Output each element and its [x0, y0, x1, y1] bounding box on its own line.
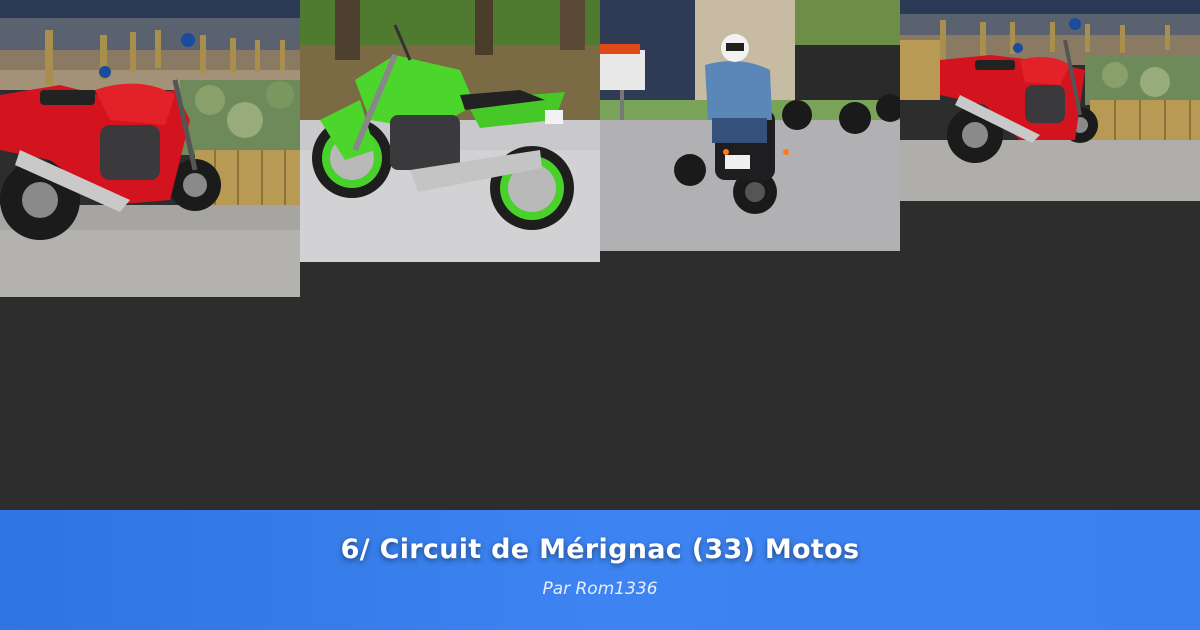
photo-green-motorcycle[interactable] [300, 0, 600, 262]
red-motorcycle-2-image [900, 0, 1200, 201]
green-motorcycle-image [300, 0, 600, 262]
rider-motorcycle-image [600, 0, 900, 251]
photo-rider-motorcycle[interactable] [600, 0, 900, 251]
album-title[interactable]: 6/ Circuit de Mérignac (33) Motos [0, 534, 1200, 565]
album-banner: 6/ Circuit de Mérignac (33) Motos Par Ro… [0, 510, 1200, 630]
red-motorcycle-image [0, 0, 300, 297]
album-author[interactable]: Par Rom1336 [0, 579, 1200, 599]
photo-red-motorcycle-2[interactable] [900, 0, 1200, 201]
photo-red-motorcycle[interactable] [0, 0, 300, 297]
